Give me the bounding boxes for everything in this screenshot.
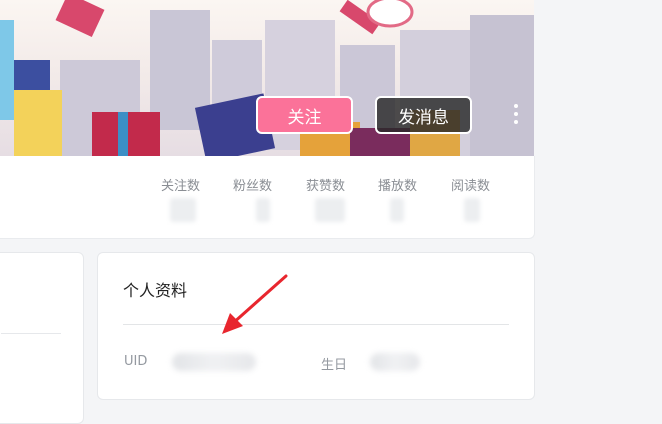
send-message-button[interactable]: 发消息	[375, 96, 472, 134]
stat-value-likes-redacted	[315, 198, 345, 222]
uid-label: UID	[124, 354, 148, 369]
uid-value-redacted	[172, 353, 256, 371]
stat-value-plays-redacted	[390, 198, 404, 222]
stat-label-following: 关注数	[161, 179, 201, 194]
stat-label-reads: 阅读数	[451, 179, 491, 194]
follow-button-label: 关注	[287, 107, 322, 128]
stat-label-likes: 获赞数	[306, 179, 346, 194]
side-card-divider	[1, 333, 61, 334]
stat-label-followers: 粉丝数	[233, 179, 273, 194]
stat-value-reads-redacted	[464, 198, 480, 222]
profile-banner: 关注 发消息	[0, 0, 534, 156]
profile-info-card: 个人资料 UID 生日	[97, 252, 535, 400]
follow-button[interactable]: 关注	[256, 96, 353, 134]
side-card	[0, 252, 84, 424]
birthday-value-redacted	[370, 353, 420, 371]
stat-value-following-redacted	[170, 198, 196, 222]
more-vertical-icon[interactable]	[511, 102, 521, 128]
profile-divider	[123, 324, 509, 325]
birthday-label: 生日	[321, 358, 348, 373]
stat-value-followers-redacted	[256, 198, 270, 222]
profile-info-title: 个人资料	[123, 281, 188, 300]
send-message-button-label: 发消息	[398, 107, 449, 128]
stat-label-plays: 播放数	[378, 179, 418, 194]
